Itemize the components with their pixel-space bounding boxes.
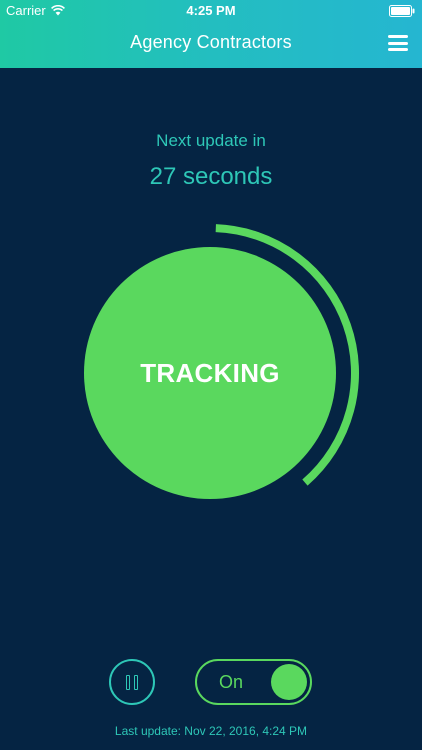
status-time: 4:25 PM	[186, 3, 236, 18]
tracking-indicator: TRACKING	[70, 210, 370, 510]
pause-button[interactable]	[109, 659, 155, 705]
toggle-knob	[271, 664, 307, 700]
tracking-button[interactable]: TRACKING	[84, 247, 336, 499]
toggle-label: On	[219, 672, 244, 692]
hamburger-menu-icon[interactable]	[388, 35, 408, 51]
pause-icon	[126, 675, 130, 690]
tracking-toggle[interactable]: On	[195, 659, 312, 705]
next-update-countdown: 27 seconds	[149, 163, 273, 190]
header-bar: Carrier 4:25 PM Agency Contractors	[0, 0, 422, 68]
battery-icon	[389, 5, 415, 17]
pause-icon-bar	[134, 675, 138, 690]
last-update-text: Last update: Nov 22, 2016, 4:24 PM	[114, 724, 308, 738]
status-bar: Carrier 4:25 PM	[0, 0, 422, 22]
tracking-label: TRACKING	[140, 357, 280, 388]
page-title: Agency Contractors	[130, 32, 292, 52]
next-update-label: Next update in	[156, 131, 266, 150]
app-screen: Carrier 4:25 PM Agency Contractors Next …	[0, 0, 422, 750]
